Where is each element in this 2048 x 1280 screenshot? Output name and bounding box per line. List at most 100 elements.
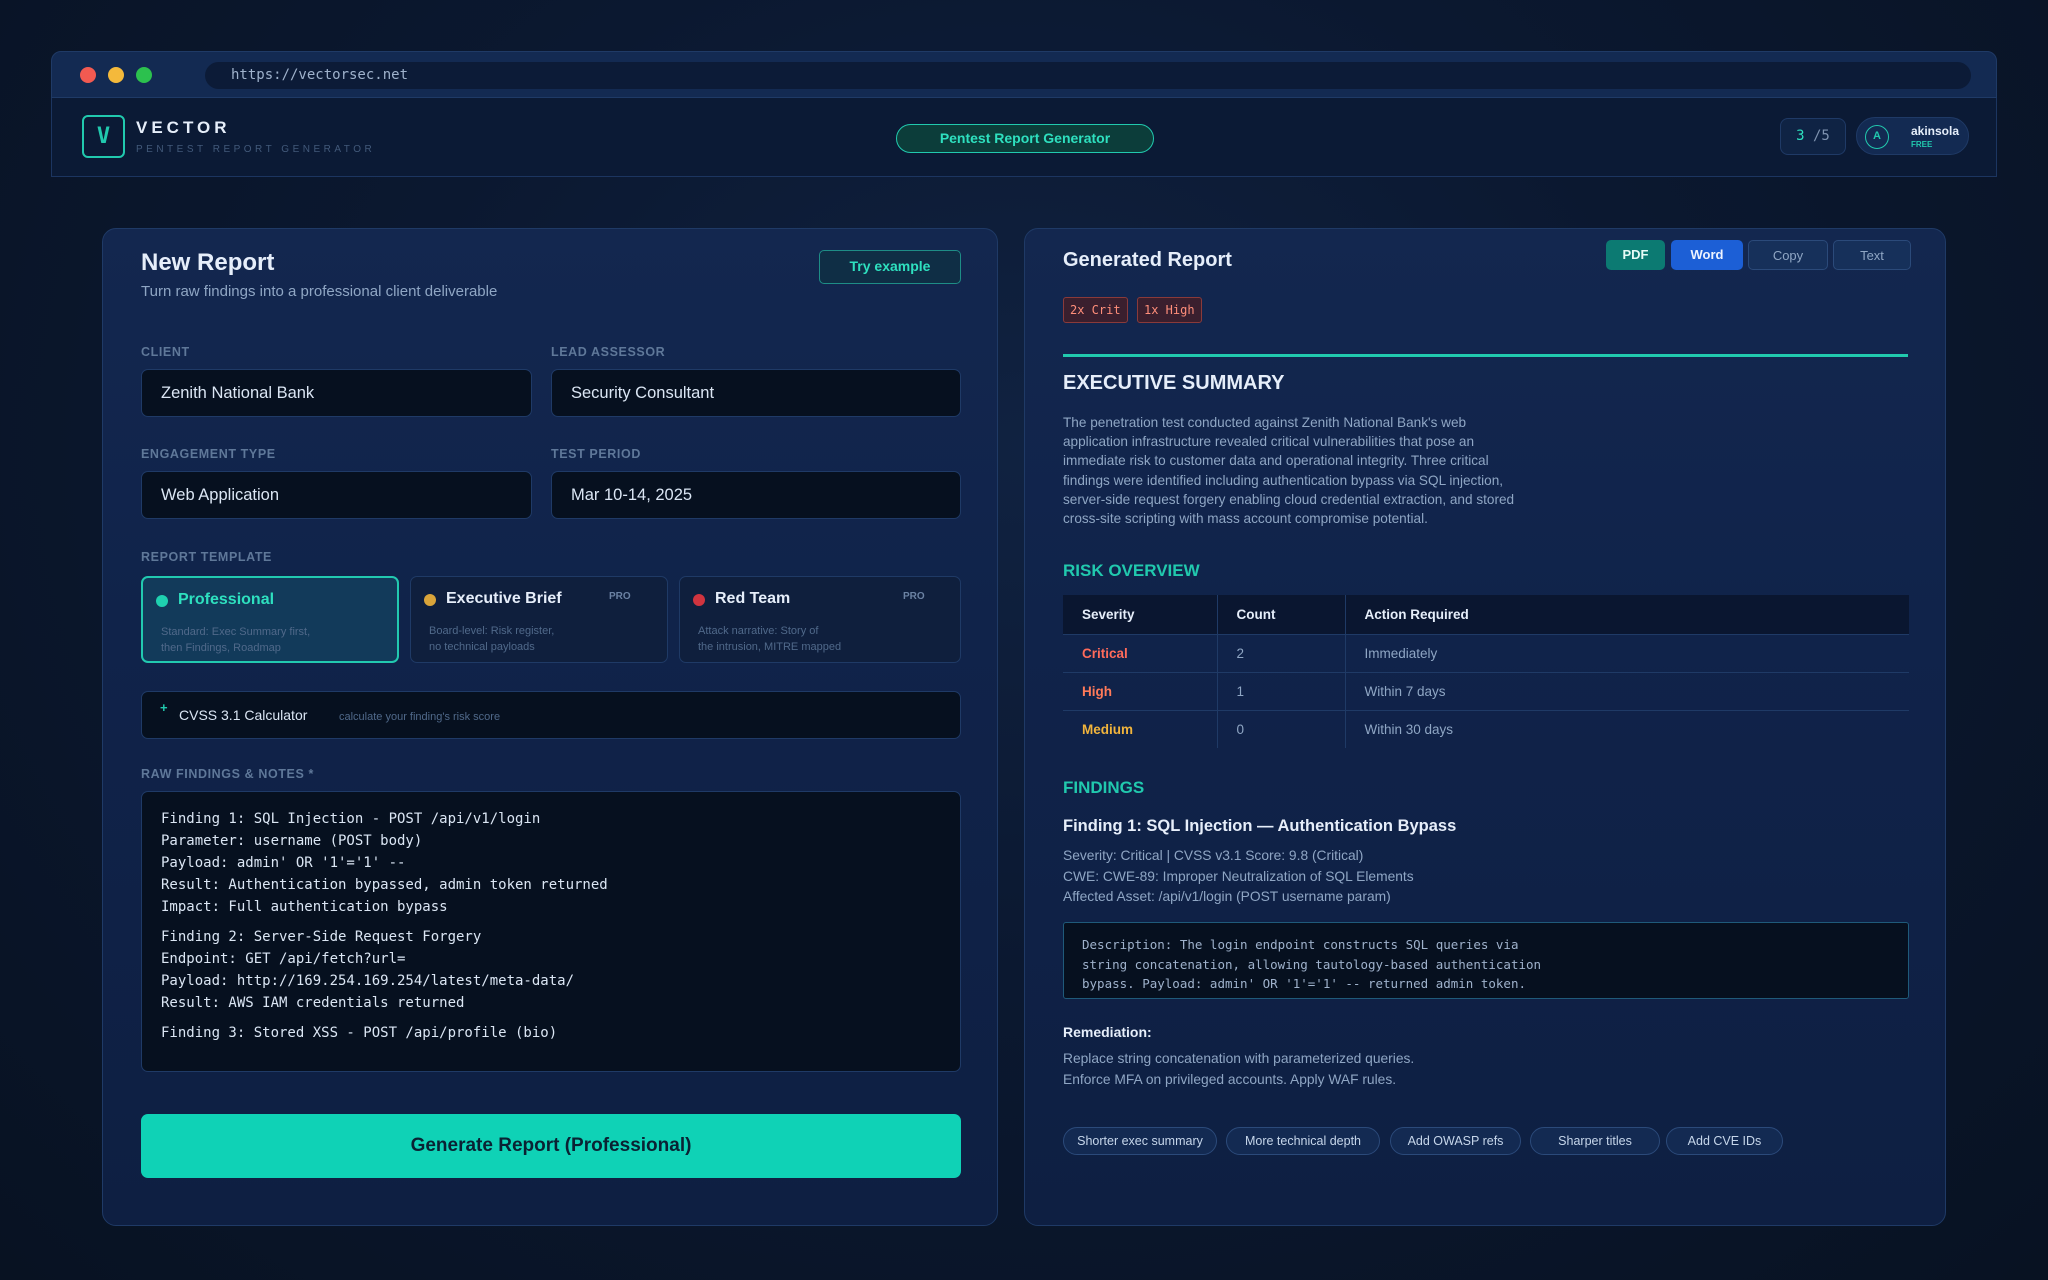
vector-logo-icon[interactable]: V — [82, 115, 125, 158]
risk-overview-table: Severity Count Action Required Critical … — [1063, 595, 1909, 748]
template-dot-icon — [156, 595, 168, 607]
export-word-button[interactable]: Word — [1671, 240, 1743, 270]
copy-button[interactable]: Copy — [1748, 240, 1828, 270]
browser-chrome: https://vectorsec.net — [51, 51, 1997, 98]
notes-line: Parameter: username (POST body) — [161, 833, 423, 849]
avatar: A — [1865, 125, 1889, 149]
test-period-input[interactable]: Mar 10-14, 2025 — [551, 471, 961, 519]
col-severity: Severity — [1063, 595, 1217, 634]
col-count: Count — [1216, 595, 1345, 634]
critical-count-badge: 2x Crit — [1063, 297, 1128, 323]
refine-chip-technical-depth[interactable]: More technical depth — [1226, 1127, 1380, 1155]
notes-line: Impact: Full authentication bypass — [161, 899, 448, 915]
raw-findings-textarea[interactable]: Finding 1: SQL Injection - POST /api/v1/… — [141, 791, 961, 1072]
address-bar[interactable]: https://vectorsec.net — [205, 62, 1971, 89]
template-red-team[interactable]: Red Team PRO Attack narrative: Story of … — [679, 576, 961, 663]
notes-line: Result: Authentication bypassed, admin t… — [161, 877, 608, 893]
credits-counter: 3 /5 — [1780, 118, 1846, 155]
credits-used: 3 — [1796, 128, 1805, 144]
refine-chip-sharper-titles[interactable]: Sharper titles — [1530, 1127, 1660, 1155]
test-period-label: TEST PERIOD — [551, 447, 641, 461]
template-desc-line: Board-level: Risk register, — [429, 625, 555, 637]
panel-subtitle: Turn raw findings into a professional cl… — [141, 283, 498, 300]
template-name: Red Team — [715, 590, 791, 607]
finding-meta-line: Severity: Critical | CVSS v3.1 Score: 9.… — [1063, 848, 1364, 863]
description-line: string concatenation, allowing tautology… — [1082, 956, 1542, 972]
template-desc-line: the intrusion, MITRE mapped — [698, 641, 842, 653]
plus-icon: + — [160, 700, 168, 715]
template-description: Board-level: Risk register, no technical… — [429, 623, 629, 655]
user-menu[interactable]: A akinsola FREE — [1856, 117, 1969, 155]
divider — [1063, 354, 1908, 357]
remediation-line: Replace string concatenation with parame… — [1063, 1051, 1415, 1066]
executive-summary-heading: EXECUTIVE SUMMARY — [1063, 372, 1285, 394]
count-cell: 1 — [1216, 671, 1345, 710]
user-plan-badge: FREE — [1911, 140, 1933, 149]
action-cell: Within 7 days — [1344, 671, 1909, 710]
template-desc-line: Attack narrative: Story of — [698, 625, 819, 637]
export-text-button[interactable]: Text — [1833, 240, 1911, 270]
template-dot-icon — [424, 594, 436, 606]
export-pdf-button[interactable]: PDF — [1606, 240, 1665, 270]
credits-total: /5 — [1813, 128, 1830, 144]
description-line: Description: The login endpoint construc… — [1082, 937, 1519, 952]
raw-findings-label: RAW FINDINGS & NOTES * — [141, 767, 314, 781]
refine-chip-cve-ids[interactable]: Add CVE IDs — [1666, 1127, 1783, 1155]
cvss-title: CVSS 3.1 Calculator — [179, 707, 308, 723]
col-action: Action Required — [1344, 595, 1909, 634]
table-row: Medium 0 Within 30 days — [1063, 709, 1909, 748]
assessor-label: LEAD ASSESSOR — [551, 345, 666, 359]
finding-title: Finding 1: SQL Injection — Authenticatio… — [1063, 817, 1457, 835]
finding-meta: Severity: Critical | CVSS v3.1 Score: 9.… — [1063, 846, 1414, 908]
summary-line: application infrastructure revealed crit… — [1063, 434, 1475, 450]
executive-summary-text: The penetration test conducted against Z… — [1063, 413, 1533, 528]
table-row: Critical 2 Immediately — [1063, 633, 1909, 672]
client-input[interactable]: Zenith National Bank — [141, 369, 532, 417]
assessor-input[interactable]: Security Consultant — [551, 369, 961, 417]
template-description: Attack narrative: Story of the intrusion… — [698, 623, 898, 655]
remediation-text: Replace string concatenation with parame… — [1063, 1048, 1414, 1090]
finding-description-block: Description: The login endpoint construc… — [1063, 922, 1909, 999]
remediation-line: Enforce MFA on privileged accounts. Appl… — [1063, 1072, 1397, 1087]
cvss-hint: calculate your finding's risk score — [339, 711, 501, 723]
client-label: CLIENT — [141, 345, 190, 359]
description-line: bypass. Payload: admin' OR '1'='1' -- re… — [1082, 976, 1527, 991]
action-cell: Immediately — [1344, 633, 1909, 672]
notes-line: Result: AWS IAM credentials returned — [161, 995, 465, 1011]
refine-chip-owasp-refs[interactable]: Add OWASP refs — [1390, 1127, 1521, 1155]
generate-report-button[interactable]: Generate Report (Professional) — [141, 1114, 961, 1178]
pro-badge: PRO — [903, 591, 925, 602]
template-executive-brief[interactable]: Executive Brief PRO Board-level: Risk re… — [410, 576, 668, 663]
generated-report-panel: Generated Report PDF Word Copy Text 2x C… — [1024, 228, 1946, 1226]
notes-line: Finding 2: Server-Side Request Forgery — [161, 929, 482, 945]
app-title-pill: Pentest Report Generator — [896, 124, 1154, 153]
report-title: Generated Report — [1063, 249, 1232, 271]
template-desc-line: Standard: Exec Summary first, — [161, 626, 311, 638]
severity-critical: Critical — [1063, 633, 1217, 672]
summary-line: cross-site scripting with mass account c… — [1063, 511, 1428, 527]
remediation-heading: Remediation: — [1063, 1024, 1152, 1040]
summary-line: findings were identified including authe… — [1063, 472, 1504, 488]
summary-line: The penetration test conducted against Z… — [1063, 415, 1467, 430]
maximize-window-dot[interactable] — [136, 67, 152, 83]
template-name: Professional — [178, 591, 275, 608]
brand-subtitle: PENTEST REPORT GENERATOR — [136, 144, 376, 155]
summary-line: immediate risk to customer data and oper… — [1063, 453, 1489, 469]
severity-medium: Medium — [1063, 709, 1217, 748]
refine-chip-shorter-summary[interactable]: Shorter exec summary — [1063, 1127, 1217, 1155]
close-window-dot[interactable] — [80, 67, 96, 83]
notes-line: Endpoint: GET /api/fetch?url= — [161, 951, 406, 967]
engagement-type-select[interactable]: Web Application — [141, 471, 532, 519]
minimize-window-dot[interactable] — [108, 67, 124, 83]
app-header: V VECTOR PENTEST REPORT GENERATOR Pentes… — [51, 98, 1997, 177]
try-example-button[interactable]: Try example — [819, 250, 961, 284]
cvss-calculator-toggle[interactable]: + CVSS 3.1 Calculator calculate your fin… — [141, 691, 961, 739]
action-cell: Within 30 days — [1344, 709, 1909, 748]
template-description: Standard: Exec Summary first, then Findi… — [161, 624, 361, 656]
notes-line: Finding 3: Stored XSS - POST /api/profil… — [161, 1025, 558, 1041]
brand-name: VECTOR — [136, 118, 231, 137]
template-professional[interactable]: Professional Standard: Exec Summary firs… — [141, 576, 399, 663]
new-report-panel: New Report Turn raw findings into a prof… — [102, 228, 998, 1226]
severity-high: High — [1063, 671, 1217, 710]
notes-line: Payload: http://169.254.169.254/latest/m… — [161, 973, 575, 989]
